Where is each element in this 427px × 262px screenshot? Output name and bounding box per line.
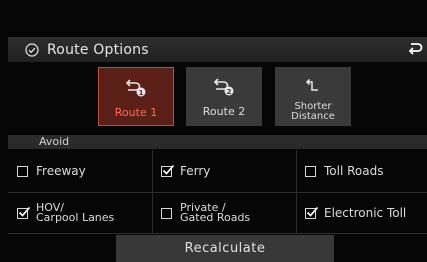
toll-roads-checkbox[interactable] bbox=[305, 165, 316, 177]
back-button[interactable] bbox=[403, 37, 427, 62]
route-2-icon: 2 bbox=[212, 77, 236, 97]
route-1-label: Route 1 bbox=[114, 106, 158, 119]
check-circle-icon bbox=[25, 42, 39, 57]
shorter-distance-button[interactable]: Shorter Distance bbox=[275, 67, 351, 126]
electronic-toll-checkbox[interactable] bbox=[305, 206, 319, 219]
svg-text:2: 2 bbox=[227, 88, 232, 96]
avoid-ferry-option[interactable]: Ferry bbox=[161, 151, 295, 191]
toll-roads-label: Toll Roads bbox=[324, 164, 384, 178]
checkmark-icon bbox=[162, 164, 175, 175]
grid-divider bbox=[8, 233, 427, 234]
hov-label: HOV/ Carpool Lanes bbox=[36, 201, 115, 224]
shorter-distance-icon bbox=[303, 77, 323, 97]
electronic-toll-label: Electronic Toll bbox=[324, 206, 407, 220]
header-bar: Route Options bbox=[8, 37, 427, 62]
recalculate-button[interactable]: Recalculate bbox=[116, 235, 334, 262]
checkmark-icon bbox=[306, 206, 319, 217]
route-1-button[interactable]: 1 Route 1 bbox=[98, 67, 174, 126]
avoid-private-roads-option[interactable]: Private / Gated Roads bbox=[161, 193, 295, 233]
svg-text:1: 1 bbox=[139, 89, 144, 97]
route-options-screen: Route Options 1 Route 1 2 Route 2 Shorte… bbox=[0, 0, 427, 262]
grid-divider bbox=[296, 150, 297, 233]
private-roads-checkbox[interactable] bbox=[161, 207, 172, 219]
route-1-icon: 1 bbox=[124, 78, 148, 98]
grid-divider bbox=[152, 150, 153, 233]
avoid-electronic-toll-option[interactable]: Electronic Toll bbox=[305, 193, 427, 233]
page-title: Route Options bbox=[47, 41, 149, 58]
route-2-button[interactable]: 2 Route 2 bbox=[186, 67, 262, 126]
hov-checkbox[interactable] bbox=[17, 206, 31, 219]
route-2-label: Route 2 bbox=[202, 105, 246, 118]
ferry-checkbox[interactable] bbox=[161, 164, 175, 177]
shorter-distance-label: Shorter Distance bbox=[291, 101, 335, 122]
avoid-hov-option[interactable]: HOV/ Carpool Lanes bbox=[17, 193, 151, 233]
back-arrow-icon bbox=[407, 40, 423, 59]
freeway-label: Freeway bbox=[36, 164, 86, 178]
freeway-checkbox[interactable] bbox=[17, 165, 28, 177]
avoid-toll-roads-option[interactable]: Toll Roads bbox=[305, 151, 425, 191]
private-roads-label: Private / Gated Roads bbox=[180, 201, 251, 224]
checkmark-icon bbox=[18, 206, 31, 217]
recalculate-label: Recalculate bbox=[184, 241, 266, 256]
avoid-section-header: Avoid bbox=[8, 135, 427, 149]
avoid-freeway-option[interactable]: Freeway bbox=[17, 151, 151, 191]
ferry-label: Ferry bbox=[180, 164, 211, 178]
avoid-label: Avoid bbox=[39, 135, 70, 148]
